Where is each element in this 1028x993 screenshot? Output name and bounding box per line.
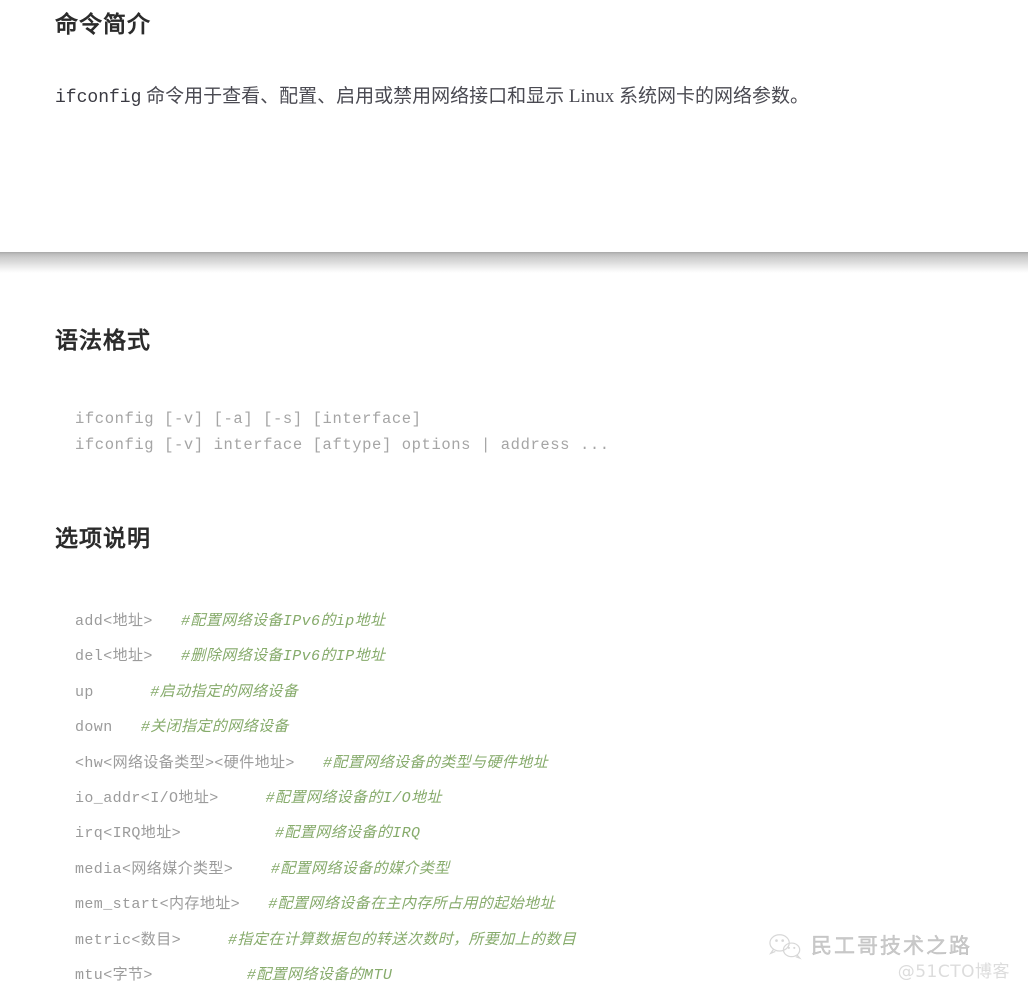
option-comment: #配置网络设备的I/O地址	[265, 789, 442, 807]
wechat-icon	[768, 934, 802, 960]
option-row: up #启动指定的网络设备	[75, 675, 975, 710]
option-comment: #配置网络设备的媒介类型	[270, 860, 450, 878]
option-row: irq<IRQ地址> #配置网络设备的IRQ	[75, 816, 975, 851]
syntax-heading: 语法格式	[55, 328, 151, 353]
watermark-subtitle: @51CTO博客	[897, 962, 1010, 982]
option-row: add<地址> #配置网络设备IPv6的ip地址	[75, 604, 975, 639]
option-name: mem_start<内存地址>	[75, 896, 241, 914]
option-name: metric<数目>	[75, 931, 182, 949]
option-name: del<地址>	[75, 648, 153, 666]
option-name: up	[75, 683, 94, 701]
watermark-title: 民工哥技术之路	[811, 934, 972, 958]
option-gap	[153, 613, 181, 630]
option-row: media<网络媒介类型> #配置网络设备的媒介类型	[75, 852, 975, 887]
option-comment: #配置网络设备的MTU	[246, 966, 393, 984]
watermark: 民工哥技术之路 @51CTO博客	[760, 932, 1018, 988]
option-gap	[94, 684, 150, 701]
options-heading: 选项说明	[55, 526, 151, 551]
option-name: io_addr<I/O地址>	[75, 789, 219, 807]
option-comment: #关闭指定的网络设备	[140, 719, 289, 737]
option-row: <hw<网络设备类型><硬件地址> #配置网络设备的类型与硬件地址	[75, 746, 975, 781]
option-row: del<地址> #删除网络设备IPv6的IP地址	[75, 639, 975, 674]
option-gap	[181, 932, 228, 949]
option-gap	[233, 861, 271, 878]
option-gap	[181, 825, 275, 842]
option-name: down	[75, 719, 113, 737]
document-page: 命令简介 ifconfig 命令用于查看、配置、启用或禁用网络接口和显示 Lin…	[0, 0, 1028, 992]
option-comment: #配置网络设备的IRQ	[275, 825, 421, 843]
intro-paragraph-text: 命令用于查看、配置、启用或禁用网络接口和显示 Linux 系统网卡的网络参数。	[141, 86, 810, 107]
option-comment: #启动指定的网络设备	[150, 683, 299, 701]
option-comment: #删除网络设备IPv6的IP地址	[181, 648, 386, 666]
intro-paragraph: ifconfig 命令用于查看、配置、启用或禁用网络接口和显示 Linux 系统…	[55, 78, 900, 117]
option-gap	[153, 648, 181, 665]
option-comment: #配置网络设备的类型与硬件地址	[323, 754, 549, 772]
watermark-row: 民工哥技术之路	[760, 932, 1018, 960]
section-divider	[0, 252, 1028, 273]
option-comment: #配置网络设备在主内存所占用的起始地址	[268, 896, 555, 914]
option-name: add<地址>	[75, 613, 153, 630]
option-name: <hw<网络设备类型><硬件地址>	[75, 754, 295, 772]
option-name: mtu<字节>	[75, 966, 153, 984]
option-name: media<网络媒介类型>	[75, 860, 234, 878]
syntax-code-block: ifconfig [-v] [-a] [-s] [interface] ifco…	[75, 410, 610, 454]
option-name: irq<IRQ地址>	[75, 825, 182, 843]
option-comment: #配置网络设备IPv6的ip地址	[181, 613, 386, 630]
inline-command-name: ifconfig	[55, 88, 142, 108]
option-row: down #关闭指定的网络设备	[75, 710, 975, 745]
option-row: mem_start<内存地址> #配置网络设备在主内存所占用的起始地址	[75, 887, 975, 922]
option-gap	[240, 896, 268, 913]
option-gap	[153, 967, 247, 984]
option-row: io_addr<I/O地址> #配置网络设备的I/O地址	[75, 781, 975, 816]
option-gap	[295, 755, 323, 772]
option-gap	[113, 719, 141, 736]
page-title: 命令简介	[55, 12, 151, 37]
option-gap	[219, 790, 266, 807]
option-comment: #指定在计算数据包的转送次数时，所要加上的数目	[228, 931, 577, 949]
